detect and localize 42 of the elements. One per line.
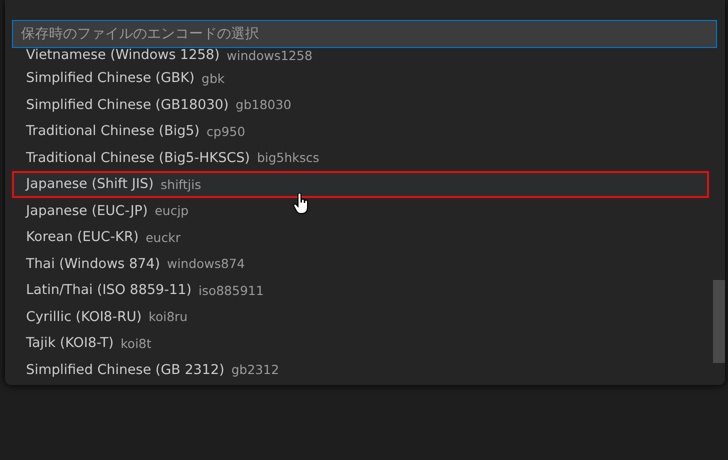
encoding-id: koi8ru xyxy=(148,309,188,324)
encoding-label: Cyrillic (KOI8-RU) xyxy=(26,308,142,325)
encoding-option[interactable]: Japanese (Shift JIS) shiftjis xyxy=(12,171,709,198)
encoding-option[interactable]: Cyrillic (KOI8-RU) koi8ru xyxy=(12,304,709,330)
encoding-option[interactable]: Simplified Chinese (GB 2312) gb2312 xyxy=(12,356,709,383)
encoding-label: Traditional Chinese (Big5) xyxy=(26,123,200,140)
encoding-id: iso885911 xyxy=(198,282,264,298)
encoding-label: Tajik (KOI8-T) xyxy=(26,335,114,352)
encoding-label: Thai (Windows 874) xyxy=(26,256,160,272)
encoding-label: Simplified Chinese (GBK) xyxy=(26,70,195,86)
encoding-id: cp950 xyxy=(206,124,246,139)
encoding-option[interactable]: Simplified Chinese (GB18030) gb18030 xyxy=(12,92,709,118)
encoding-label: Simplified Chinese (GB18030) xyxy=(26,96,229,113)
encoding-id: big5hkscs xyxy=(256,150,320,166)
encoding-id: gbk xyxy=(202,70,225,86)
encoding-label: Vietnamese (Windows 1258) xyxy=(26,47,220,63)
encoding-option[interactable]: Thai (Windows 874) windows874 xyxy=(12,250,709,277)
encoding-option[interactable]: Traditional Chinese (Big5-HKSCS) big5hkscs xyxy=(12,144,709,171)
search-field[interactable]: 保存時のファイルのエンコードの選択 xyxy=(12,20,717,48)
encoding-id: gb2312 xyxy=(231,362,280,378)
encoding-option[interactable]: Korean (EUC-KR) euckr xyxy=(12,224,709,250)
encoding-option[interactable]: Tajik (KOI8-T) koi8t xyxy=(12,330,709,356)
scrollbar-thumb[interactable] xyxy=(713,280,725,363)
encoding-option[interactable]: Vietnamese (Windows 1258) windows1258 xyxy=(12,50,709,65)
encoding-id: shiftjis xyxy=(160,176,202,192)
encoding-id: windows874 xyxy=(166,256,245,272)
encoding-label: Latin/Thai (ISO 8859-11) xyxy=(26,282,192,298)
encoding-label: Traditional Chinese (Big5-HKSCS) xyxy=(26,150,250,166)
encoding-label: Korean (EUC-KR) xyxy=(26,229,139,246)
encoding-id: gb18030 xyxy=(236,97,292,112)
encoding-label: Japanese (Shift JIS) xyxy=(26,176,154,192)
encoding-option[interactable]: Traditional Chinese (Big5) cp950 xyxy=(12,118,709,144)
encoding-label: Japanese (EUC-JP) xyxy=(26,202,148,219)
encoding-id: euckr xyxy=(146,230,180,245)
hand-cursor-icon xyxy=(293,193,309,215)
encoding-id: windows1258 xyxy=(226,48,312,63)
encoding-option[interactable]: Latin/Thai (ISO 8859-11) iso885911 xyxy=(12,277,709,304)
encoding-label: Simplified Chinese (GB 2312) xyxy=(26,362,224,378)
encoding-option[interactable]: Japanese (EUC-JP) eucjp xyxy=(12,198,709,224)
encoding-option[interactable]: Simplified Chinese (GBK) gbk xyxy=(12,65,709,92)
encoding-id: koi8t xyxy=(120,336,152,351)
encoding-id: eucjp xyxy=(154,203,189,218)
